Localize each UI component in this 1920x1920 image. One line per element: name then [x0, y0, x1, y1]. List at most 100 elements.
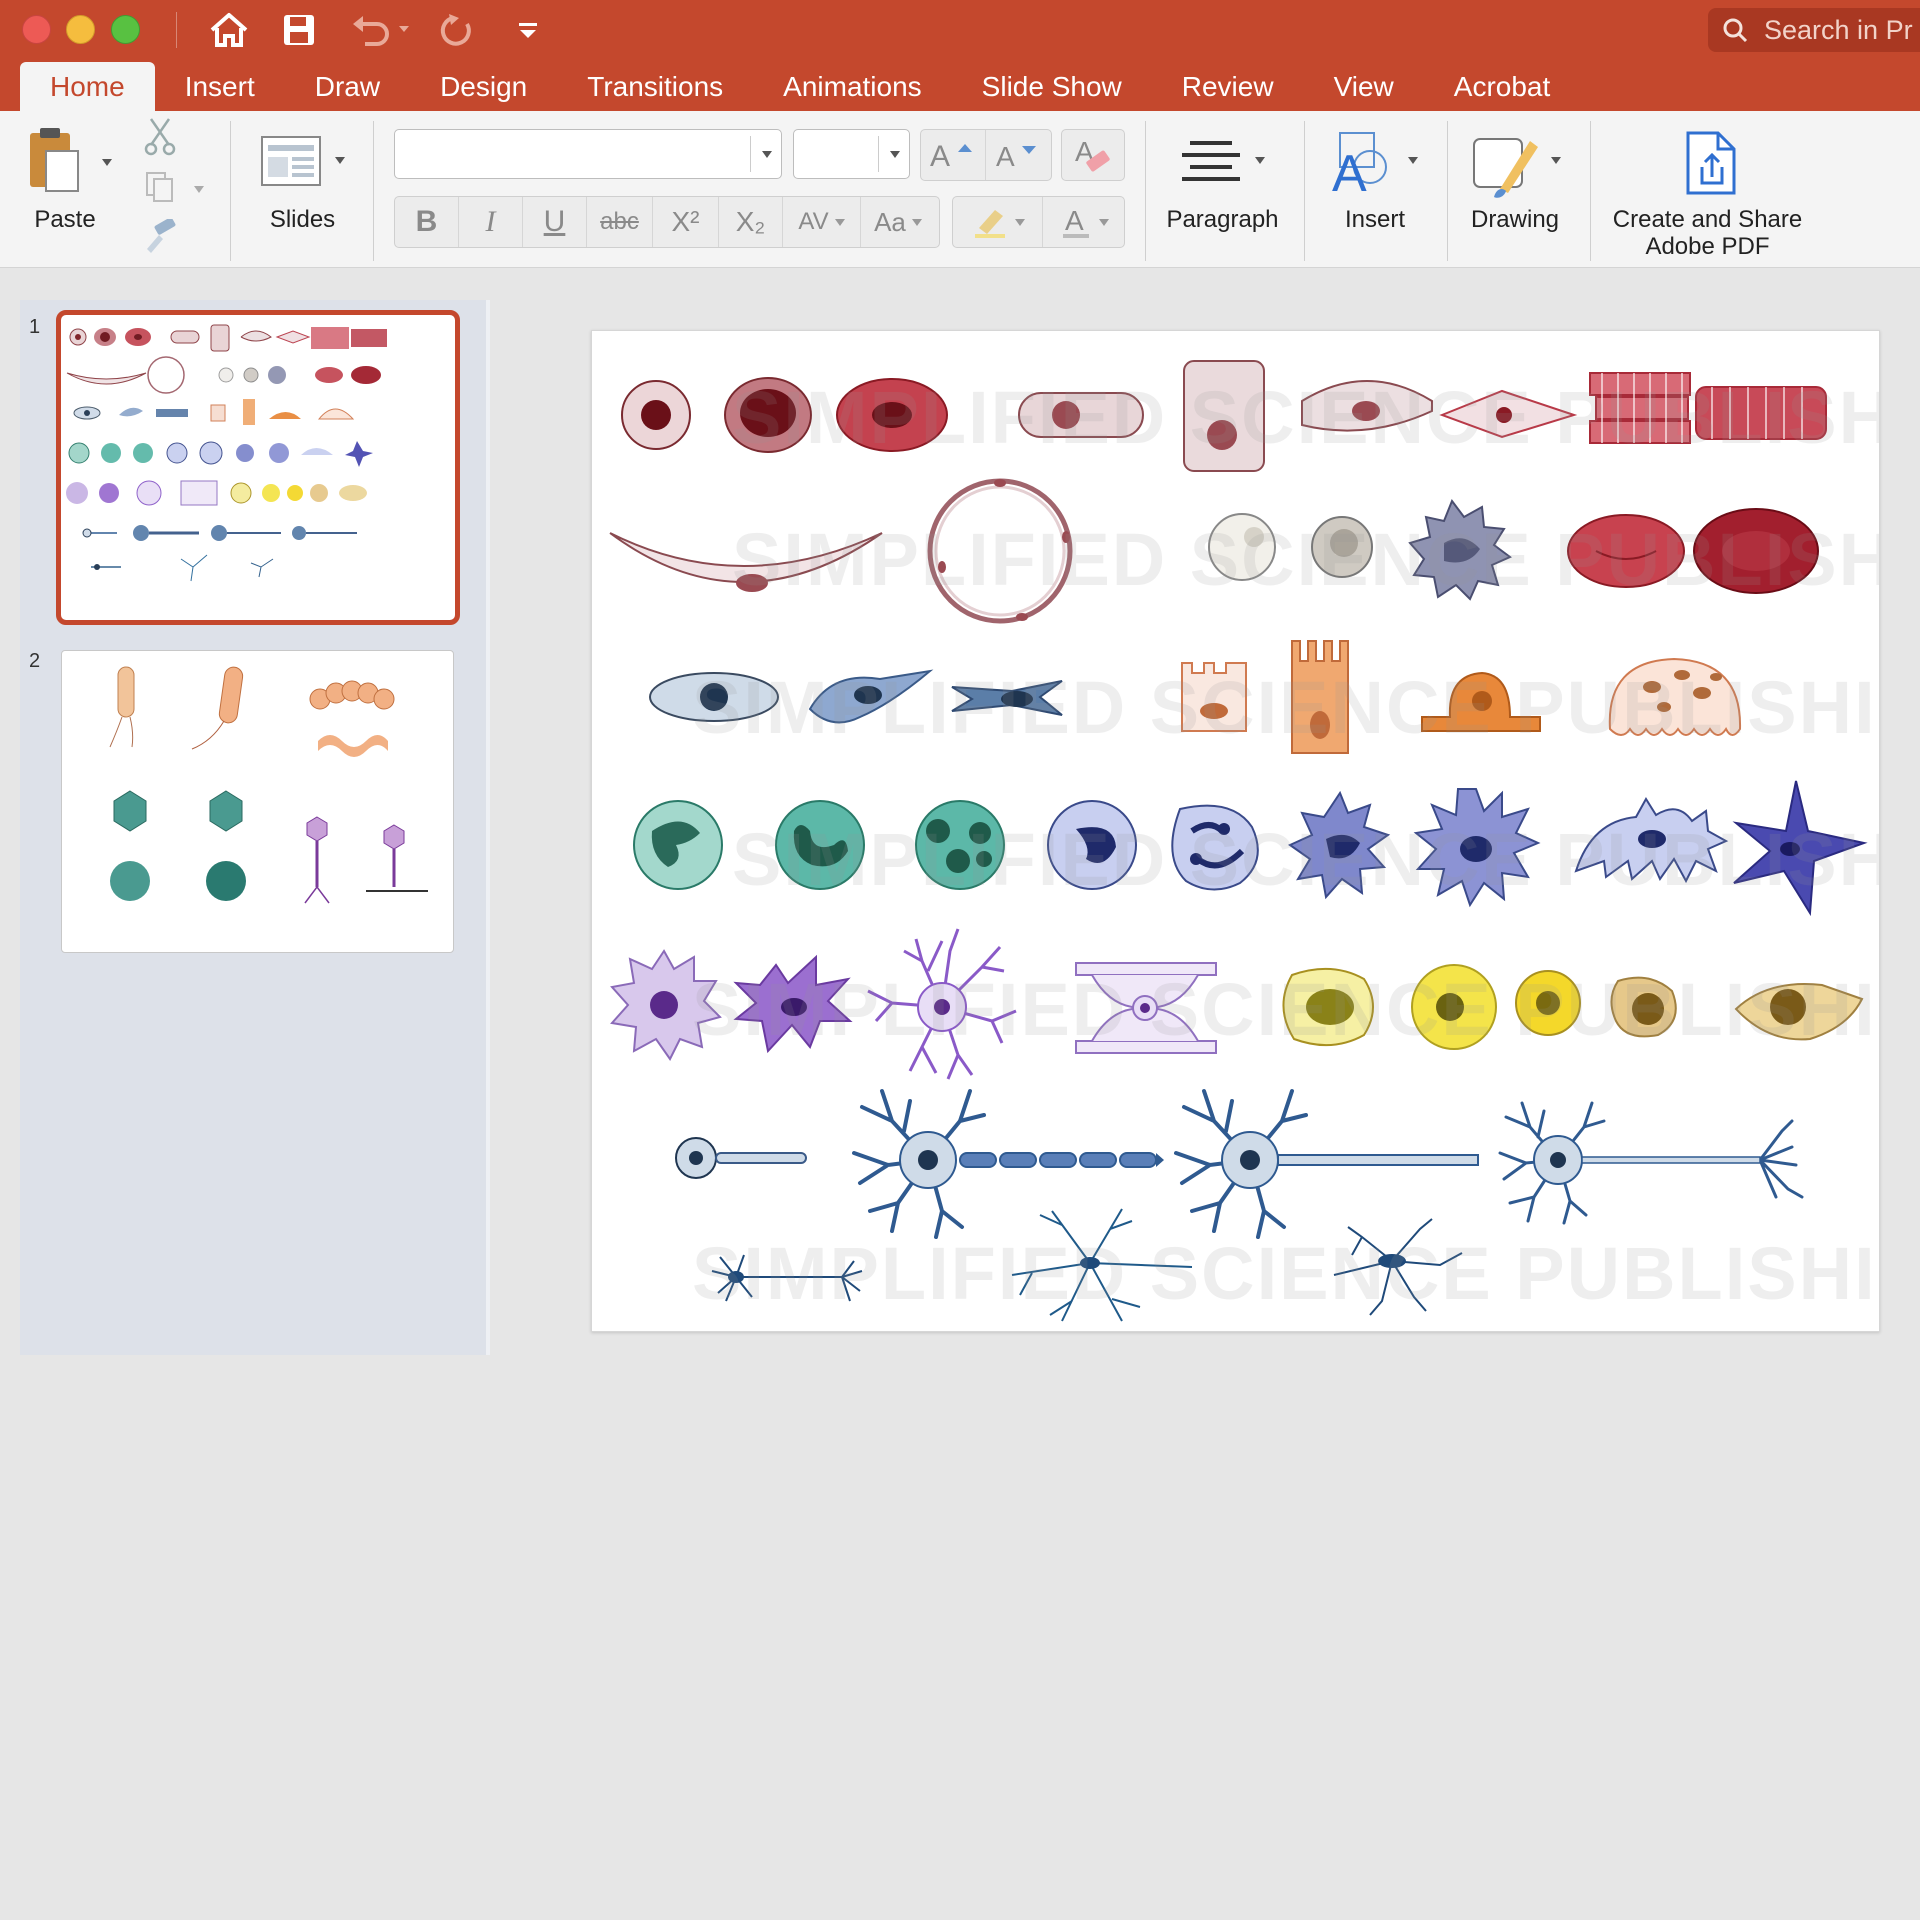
font-color-button[interactable]: A: [1043, 197, 1124, 247]
save-icon[interactable]: [276, 8, 322, 52]
toolbar-divider: [176, 12, 177, 48]
search-box[interactable]: Search in Pr: [1708, 8, 1920, 52]
font-size-stepper: A A: [920, 129, 1052, 181]
slide-number: 1: [29, 316, 41, 338]
ribbon-divider: [230, 121, 231, 261]
slide-canvas[interactable]: SIMPLIFIED SCIENCE PUBLISHING SIMPLIFIED…: [591, 330, 1880, 1332]
paragraph-dropdown[interactable]: [1255, 157, 1265, 164]
ribbon-divider: [1590, 121, 1591, 261]
adobe-pdf-label-line2: Adobe PDF: [1645, 233, 1770, 260]
paste-label: Paste: [34, 206, 96, 233]
tab-home[interactable]: Home: [20, 62, 155, 111]
copy-icon[interactable]: [143, 169, 177, 208]
change-case-label: Aa: [874, 206, 906, 237]
svg-text:A: A: [930, 140, 950, 172]
ribbon-divider: [373, 121, 374, 261]
color-buttons: A: [952, 196, 1125, 248]
insert-dropdown[interactable]: [1408, 157, 1418, 164]
underline-button[interactable]: U: [523, 197, 587, 247]
watermark-text: SIMPLIFIED SCIENCE PUBLISHING: [732, 376, 1879, 459]
insert-label: Insert: [1344, 206, 1406, 233]
paste-dropdown[interactable]: [102, 159, 112, 166]
bold-button[interactable]: B: [395, 197, 459, 247]
superscript-button[interactable]: X²: [653, 197, 719, 247]
character-spacing-dropdown: [834, 218, 845, 226]
copy-dropdown[interactable]: [194, 186, 204, 193]
workspace-area: [20, 1355, 1900, 1920]
tab-draw[interactable]: Draw: [285, 62, 410, 111]
font-name-dropdown[interactable]: [762, 151, 772, 158]
drawing-dropdown[interactable]: [1551, 157, 1561, 164]
increase-font-size-button[interactable]: A: [921, 130, 986, 180]
slide-2-preview: [109, 666, 428, 904]
paragraph-align-icon[interactable]: [1180, 137, 1242, 192]
search-placeholder: Search in Pr: [1764, 14, 1913, 45]
watermark-text: SIMPLIFIED SCIENCE PUBLISHING: [692, 666, 1880, 749]
clear-formatting-group: A: [1061, 129, 1125, 181]
field-divider: [750, 136, 751, 172]
svg-text:A: A: [996, 141, 1015, 172]
tab-acrobat[interactable]: Acrobat: [1424, 62, 1581, 111]
redo-icon[interactable]: [434, 8, 480, 52]
decrease-font-size-button[interactable]: A: [986, 130, 1051, 180]
watermark-text: SIMPLIFIED SCIENCE PUBLISHING: [692, 968, 1880, 1051]
format-painter-icon[interactable]: [141, 217, 179, 260]
slide-number: 2: [29, 650, 41, 672]
tab-design[interactable]: Design: [410, 62, 557, 111]
font-size-field[interactable]: [793, 129, 910, 179]
slide-thumbnail-2[interactable]: [61, 650, 454, 953]
adobe-pdf-share-icon[interactable]: [1682, 131, 1742, 202]
drawing-label: Drawing: [1470, 206, 1560, 233]
tab-insert[interactable]: Insert: [155, 62, 285, 111]
strikethrough-button[interactable]: abc: [587, 197, 653, 247]
character-spacing-button[interactable]: AV: [783, 197, 861, 247]
slide-thumbnail-1[interactable]: [56, 310, 460, 625]
clear-formatting-icon[interactable]: A: [1062, 130, 1124, 180]
pane-splitter[interactable]: [486, 300, 490, 1355]
minimize-window-button[interactable]: [66, 15, 95, 44]
svg-text:A: A: [1065, 205, 1084, 236]
change-case-dropdown: [911, 218, 922, 226]
ribbon-divider: [1145, 121, 1146, 261]
text-format-buttons: B I U abc X² X₂ AV Aa: [394, 196, 940, 248]
ribbon-home: Paste Slides A A A B I U abc X² X₂ AV Aa…: [0, 111, 1920, 268]
highlight-dropdown: [1014, 218, 1025, 226]
customize-toolbar-icon[interactable]: [510, 8, 546, 52]
font-name-field[interactable]: [394, 129, 782, 179]
paste-icon[interactable]: [26, 125, 86, 197]
slides-dropdown[interactable]: [335, 157, 345, 164]
ribbon-divider: [1304, 121, 1305, 261]
tab-slide-show[interactable]: Slide Show: [952, 62, 1152, 111]
new-slide-icon[interactable]: [260, 135, 322, 192]
maximize-window-button[interactable]: [111, 15, 140, 44]
paragraph-label: Paragraph: [1166, 206, 1279, 233]
ribbon-tabs: Home Insert Draw Design Transitions Anim…: [20, 62, 1580, 111]
slides-label: Slides: [269, 206, 336, 233]
drawing-brush-icon[interactable]: [1470, 131, 1548, 206]
tab-review[interactable]: Review: [1152, 62, 1304, 111]
italic-button[interactable]: I: [459, 197, 523, 247]
change-case-button[interactable]: Aa: [861, 197, 935, 247]
title-bar: Search in Pr Home Insert Draw Design Tra…: [0, 0, 1920, 111]
watermark-text: SIMPLIFIED SCIENCE PUBLISHING: [732, 518, 1879, 601]
insert-text-icon[interactable]: A: [1330, 129, 1400, 204]
home-icon[interactable]: [206, 8, 252, 52]
tab-transitions[interactable]: Transitions: [557, 62, 753, 111]
undo-icon[interactable]: [346, 8, 416, 52]
close-window-button[interactable]: [22, 15, 51, 44]
ribbon-divider: [1447, 121, 1448, 261]
search-icon: [1723, 18, 1748, 43]
font-size-dropdown[interactable]: [890, 151, 900, 158]
subscript-button[interactable]: X₂: [719, 197, 783, 247]
character-spacing-label: AV: [798, 208, 829, 235]
field-divider: [878, 136, 879, 172]
highlight-color-button[interactable]: [953, 197, 1043, 247]
tab-animations[interactable]: Animations: [753, 62, 952, 111]
watermark-text: SIMPLIFIED SCIENCE PUBLISHING: [732, 818, 1879, 901]
watermark-text: SIMPLIFIED SCIENCE PUBLISHING: [692, 1232, 1880, 1315]
font-color-dropdown: [1098, 218, 1109, 226]
tab-view[interactable]: View: [1304, 62, 1424, 111]
adobe-pdf-label-line1: Create and Share: [1612, 206, 1803, 233]
cut-icon[interactable]: [143, 117, 177, 162]
slide-1-preview: [66, 324, 387, 582]
